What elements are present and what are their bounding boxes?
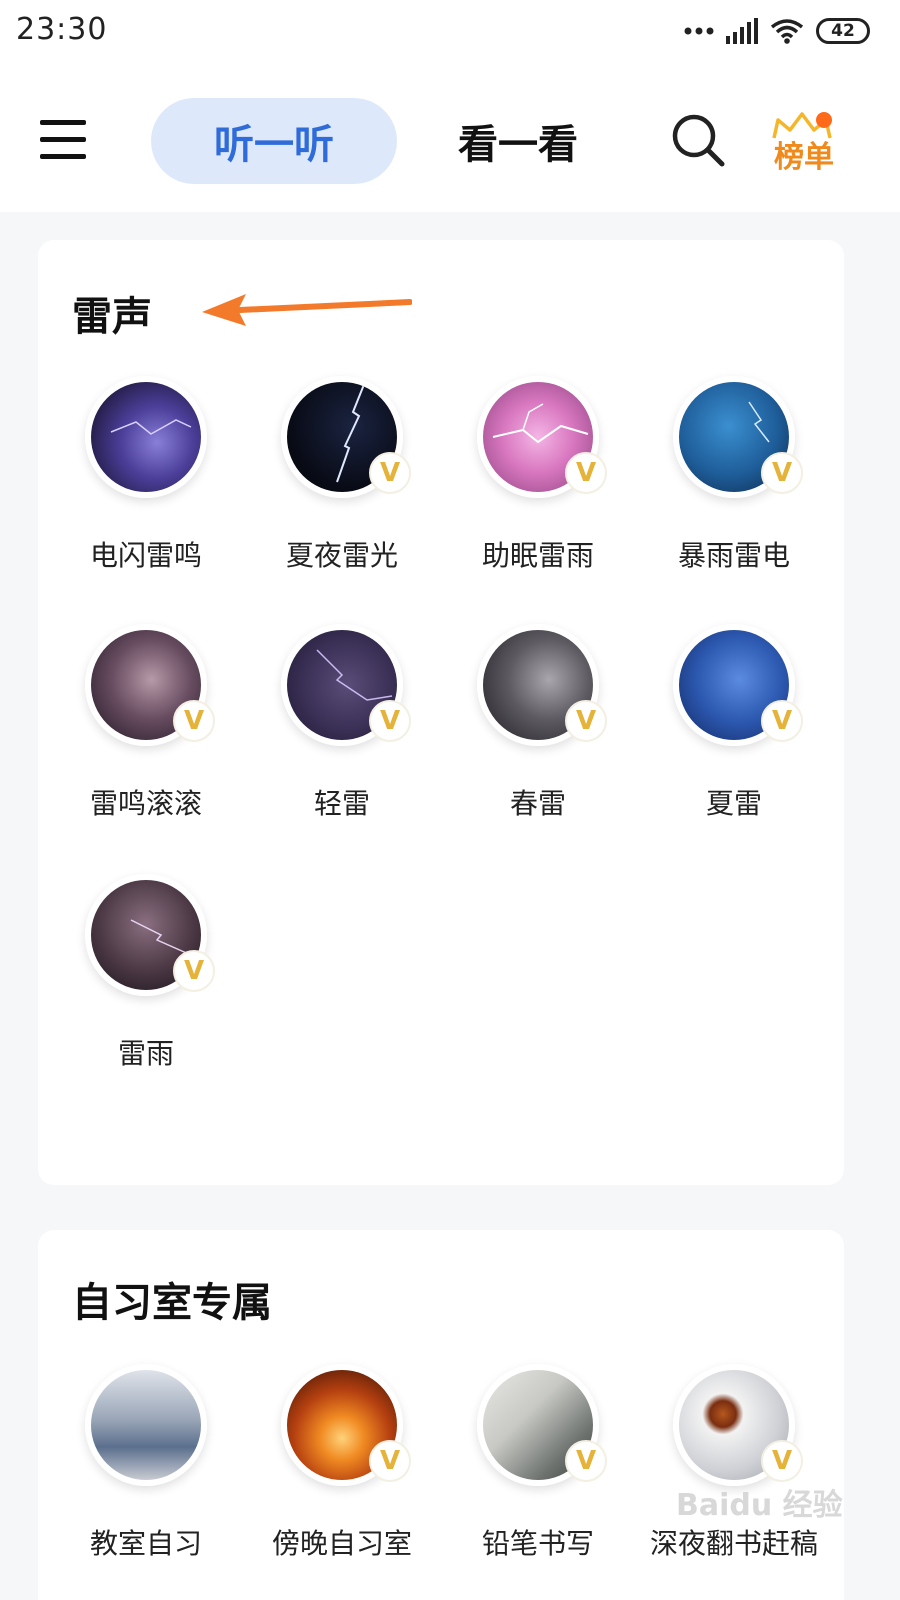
sound-label: 暴雨雷电 <box>677 539 790 572</box>
vip-badge: V <box>173 950 215 992</box>
storm-cloud-thumbnail: V <box>85 874 215 996</box>
storm-cloud-thumbnail: V <box>281 624 411 746</box>
search-icon[interactable] <box>670 112 726 168</box>
sound-label: 助眠雷雨 <box>481 539 594 572</box>
tab-watch[interactable]: 看一看 <box>395 98 641 184</box>
lightning-thumbnail: V <box>673 376 803 498</box>
sound-label: 铅笔书写 <box>481 1527 594 1560</box>
storm-cloud-thumbnail: V <box>477 624 607 746</box>
lightning-thumbnail <box>85 376 207 498</box>
sound-item[interactable]: 电闪雷鸣 <box>48 376 244 574</box>
vip-badge: V <box>565 452 607 494</box>
sound-label: 雷鸣滚滚 <box>89 787 202 820</box>
lightning-thumbnail: V <box>281 376 411 498</box>
vip-badge: V <box>173 700 215 742</box>
tab-listen[interactable]: 听一听 <box>151 98 397 184</box>
storm-cloud-thumbnail: V <box>85 624 215 746</box>
sound-label: 傍晚自习室 <box>271 1527 412 1560</box>
sound-item[interactable]: V 铅笔书写 <box>440 1364 636 1562</box>
notebook-thumbnail: V <box>477 1364 607 1486</box>
lightning-thumbnail: V <box>477 376 607 498</box>
sound-label: 雷雨 <box>117 1037 174 1070</box>
menu-icon[interactable] <box>40 120 86 160</box>
sound-item[interactable]: V 轻雷 <box>244 624 440 822</box>
section-card-study: 自习室专属 教室自习 V 傍晚自习室 V 铅笔书写 V 深夜翻书赶稿 <box>38 1230 844 1600</box>
status-bar: 23:30 42 <box>0 0 900 64</box>
status-time: 23:30 <box>16 12 108 47</box>
vip-badge: V <box>761 452 803 494</box>
rank-button[interactable]: 榜单 <box>768 108 840 180</box>
sound-item[interactable]: V 夏雷 <box>636 624 832 822</box>
rank-label: 榜单 <box>774 140 834 175</box>
sunset-thumbnail: V <box>281 1364 411 1486</box>
status-icons: 42 <box>684 14 870 48</box>
sound-label: 夏夜雷光 <box>285 539 398 572</box>
vip-badge: V <box>761 700 803 742</box>
section-title: 自习室专属 <box>72 1280 272 1326</box>
sound-label: 春雷 <box>509 787 566 820</box>
sound-label: 轻雷 <box>313 787 370 820</box>
wifi-icon <box>770 19 804 44</box>
vip-badge: V <box>565 1440 607 1482</box>
annotation-arrow-icon <box>202 294 412 326</box>
sound-item[interactable]: V 助眠雷雨 <box>440 376 636 574</box>
sound-item[interactable]: V 夏夜雷光 <box>244 376 440 574</box>
sound-item[interactable]: V 春雷 <box>440 624 636 822</box>
notification-dot <box>816 112 832 128</box>
sound-item[interactable]: V 雷雨 <box>48 874 244 1072</box>
battery-indicator: 42 <box>816 18 870 44</box>
vip-badge: V <box>369 700 411 742</box>
desk-coffee-thumbnail: V <box>673 1364 803 1486</box>
sound-item[interactable]: V 暴雨雷电 <box>636 376 832 574</box>
sound-label: 夏雷 <box>705 787 762 820</box>
sound-label: 深夜翻书赶稿 <box>649 1527 818 1560</box>
vip-badge: V <box>565 700 607 742</box>
section-card-thunder: 雷声 电闪雷鸣 V 夏夜雷光 V 助眠雷雨 V 暴雨雷电 V 雷鸣滚滚 V 轻雷… <box>38 240 844 1185</box>
section-title: 雷声 <box>72 294 152 340</box>
watermark: Baidu 经验 <box>676 1488 843 1523</box>
sound-item[interactable]: 教室自习 <box>48 1364 244 1562</box>
sound-label: 教室自习 <box>89 1527 202 1560</box>
vip-badge: V <box>369 1440 411 1482</box>
classroom-thumbnail <box>85 1364 207 1486</box>
sound-item[interactable]: V 傍晚自习室 <box>244 1364 440 1562</box>
dots-icon <box>684 27 714 35</box>
sound-item[interactable]: V 深夜翻书赶稿 <box>636 1364 832 1562</box>
sound-item[interactable]: V 雷鸣滚滚 <box>48 624 244 822</box>
top-nav: 听一听 看一看 榜单 <box>0 64 900 212</box>
vip-badge: V <box>369 452 411 494</box>
signal-icon <box>726 18 758 44</box>
vip-badge: V <box>761 1440 803 1482</box>
sound-label: 电闪雷鸣 <box>89 539 202 572</box>
storm-cloud-thumbnail: V <box>673 624 803 746</box>
